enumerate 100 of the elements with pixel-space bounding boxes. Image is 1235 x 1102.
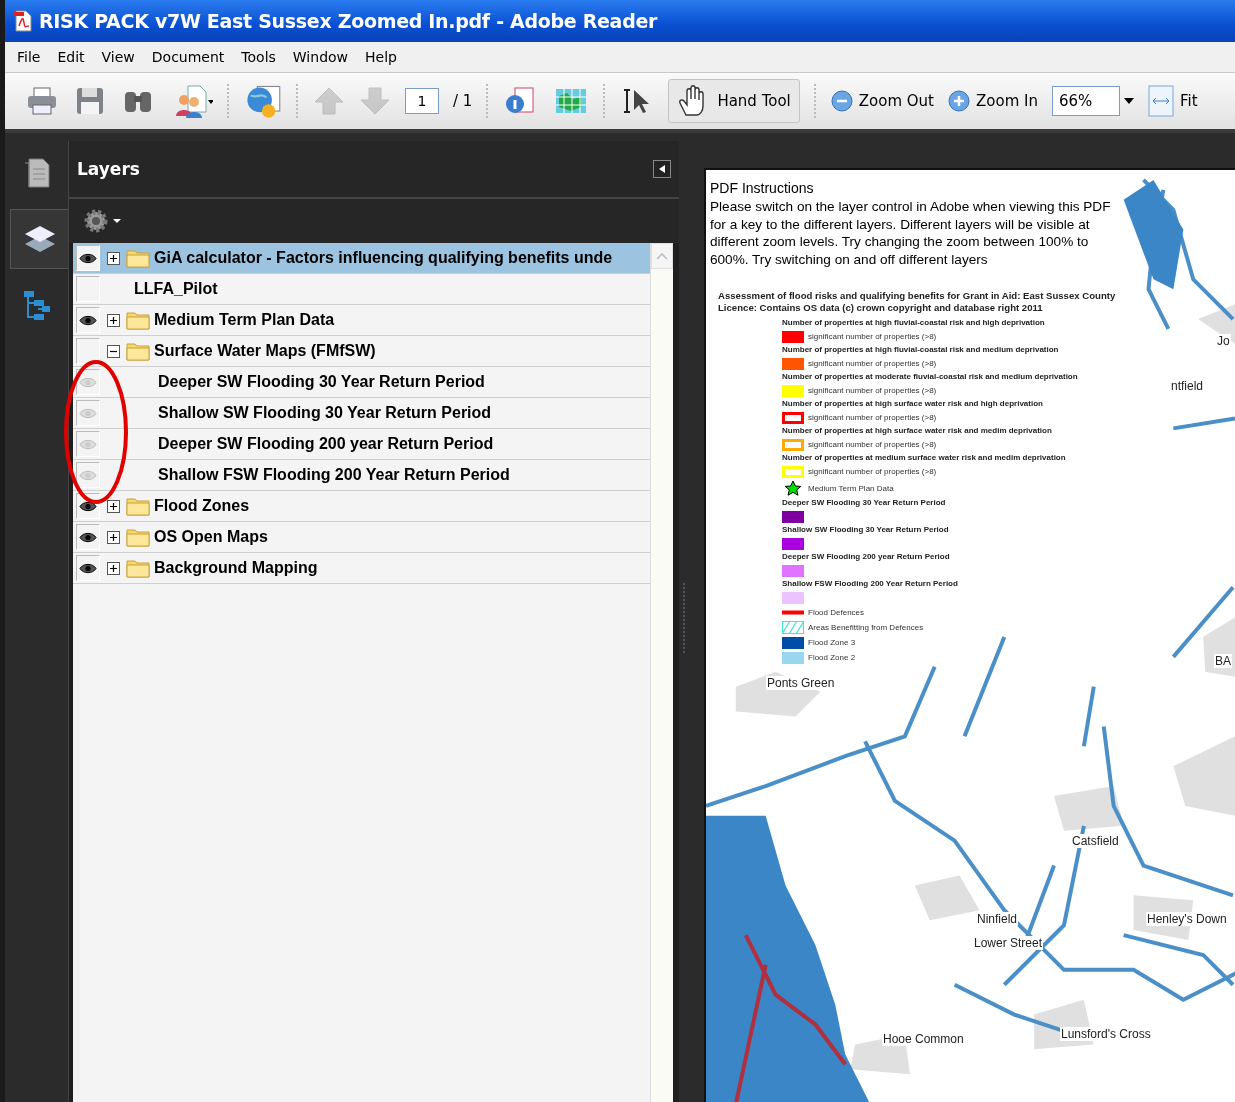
- eye-icon: [79, 252, 97, 264]
- hand-tool-button[interactable]: Hand Tool: [668, 79, 800, 123]
- layer-row[interactable]: Deeper SW Flooding 200 year Return Period: [73, 429, 650, 460]
- layer-row[interactable]: Shallow FSW Flooding 200 Year Return Period: [73, 460, 650, 491]
- layer-name: Background Mapping: [154, 559, 318, 577]
- license-text: Licence: Contains OS data (c) crown copyright and database right 2011: [718, 302, 1044, 314]
- plus-icon: [948, 90, 970, 112]
- layer-row[interactable]: GiA calculator - Factors influencing qualifying benefits unde: [73, 243, 650, 274]
- layer-name: GiA calculator - Factors influencing qualifying benefits unde: [154, 249, 613, 267]
- sidebar-tab[interactable]: [10, 209, 68, 269]
- pages-icon: [23, 157, 51, 189]
- legend-label: Flood Zone 2: [808, 653, 856, 662]
- visibility-toggle[interactable]: [76, 307, 100, 333]
- visibility-toggle[interactable]: [76, 369, 100, 395]
- visibility-toggle[interactable]: [76, 245, 100, 271]
- fit-width-button[interactable]: Fit: [1147, 85, 1198, 117]
- legend-label: significant number of properties (>8): [808, 332, 937, 341]
- layer-row[interactable]: Background Mapping: [73, 553, 650, 584]
- page-number-field[interactable]: 1: [405, 88, 439, 114]
- plus-icon[interactable]: [107, 530, 120, 544]
- legend-label: significant number of properties (>8): [808, 386, 937, 395]
- layer-row[interactable]: Shallow SW Flooding 30 Year Return Period: [73, 398, 650, 429]
- zoom-out-button[interactable]: Zoom Out: [830, 90, 934, 112]
- layer-name: Flood Zones: [154, 497, 250, 515]
- eye-icon: [79, 531, 97, 543]
- folder-icon: [126, 558, 150, 578]
- eye-icon: [79, 438, 97, 450]
- layer-row[interactable]: Surface Water Maps (FMfSW): [73, 336, 650, 367]
- window-title: RISK PACK v7W East Sussex Zoomed In.pdf - Adobe Reader: [39, 10, 658, 32]
- panel-title: Layers: [77, 159, 140, 179]
- dropdown-caret-icon[interactable]: [1123, 98, 1134, 104]
- layer-name: OS Open Maps: [154, 528, 268, 546]
- zoom-field[interactable]: 66%: [1051, 86, 1120, 116]
- folder-icon: [126, 527, 150, 547]
- visibility-toggle[interactable]: [76, 555, 100, 581]
- legend-label: Flood Zone 3: [808, 638, 856, 647]
- layer-row[interactable]: Deeper SW Flooding 30 Year Return Period: [73, 367, 650, 398]
- menu-item[interactable]: File: [9, 49, 50, 65]
- eye-icon: [79, 562, 97, 574]
- menu-item[interactable]: Window: [284, 49, 358, 65]
- minus-icon: [830, 90, 853, 112]
- menu-item[interactable]: Tools: [233, 49, 285, 65]
- eye-icon: [79, 407, 97, 419]
- legend-label: significant number of properties (>8): [808, 359, 937, 368]
- eye-icon: [79, 376, 97, 388]
- fit-width-icon: [1147, 85, 1174, 117]
- plus-icon[interactable]: [107, 251, 120, 265]
- plus-icon[interactable]: [107, 313, 120, 327]
- map-label: Henley's Down: [1146, 912, 1228, 926]
- minus-icon[interactable]: [107, 344, 120, 358]
- plus-icon[interactable]: [107, 561, 120, 575]
- menu-item[interactable]: Help: [357, 49, 406, 65]
- layer-name: Medium Term Plan Data: [154, 311, 335, 329]
- legend-label: significant number of properties (>8): [808, 413, 937, 422]
- map-label: Catsfield: [1071, 834, 1120, 848]
- legend-heading: Deeper SW Flooding 30 Year Return Period: [782, 498, 947, 508]
- map-label: Lunsford's Cross: [1060, 1027, 1152, 1041]
- layer-name: Shallow SW Flooding 30 Year Return Period: [158, 404, 492, 422]
- visibility-toggle[interactable]: [76, 431, 100, 457]
- layer-name: Deeper SW Flooding 200 year Return Period: [158, 435, 494, 453]
- legend-heading: Number of properties at high fluvial-coastal risk and high deprivation: [782, 318, 1046, 328]
- menu-item[interactable]: Document: [143, 49, 234, 65]
- layer-row[interactable]: OS Open Maps: [73, 522, 650, 553]
- layers-icon: [23, 224, 56, 254]
- legend-label: Medium Term Plan Data: [808, 483, 894, 493]
- legend-heading: Shallow FSW Flooding 200 Year Return Period: [782, 579, 959, 589]
- visibility-toggle[interactable]: [76, 338, 100, 364]
- page-count: / 1: [453, 92, 473, 110]
- zoom-in-button[interactable]: Zoom In: [948, 90, 1038, 112]
- visibility-toggle[interactable]: [76, 276, 100, 302]
- map-label: ntfield: [1170, 379, 1205, 393]
- visibility-toggle[interactable]: [76, 400, 100, 426]
- instructions-title: PDF Instructions: [710, 180, 815, 196]
- legend-title: Assessment of flood risks and qualifying benefits for Grant in Aid: East Sussex County: [718, 290, 1117, 302]
- legend-heading: Shallow SW Flooding 30 Year Return Period: [782, 525, 950, 535]
- eye-icon: [79, 500, 97, 512]
- tree-icon: [22, 289, 52, 321]
- visibility-toggle[interactable]: [76, 462, 100, 488]
- eye-icon: [79, 314, 97, 326]
- legend-label: Areas Benefitting from Defences: [808, 623, 924, 632]
- layer-row[interactable]: LLFA_Pilot: [73, 274, 650, 305]
- map-label: Lower Street: [973, 936, 1044, 950]
- collapse-button[interactable]: [653, 160, 671, 178]
- menu-item[interactable]: Edit: [49, 49, 94, 65]
- layer-row[interactable]: Flood Zones: [73, 491, 650, 522]
- map-label: BA: [1214, 654, 1232, 668]
- eye-icon: [79, 469, 97, 481]
- layer-row[interactable]: Medium Term Plan Data: [73, 305, 650, 336]
- folder-icon: [126, 341, 150, 361]
- folder-icon: [126, 496, 150, 516]
- layer-name: Deeper SW Flooding 30 Year Return Period: [158, 373, 485, 391]
- visibility-toggle[interactable]: [76, 524, 100, 550]
- menu-item[interactable]: View: [93, 49, 144, 65]
- map-label: Hooe Common: [882, 1032, 965, 1046]
- scrollbar[interactable]: [650, 243, 673, 1102]
- pdf-file-icon: [13, 10, 33, 32]
- plus-icon[interactable]: [107, 499, 120, 513]
- layer-name: Surface Water Maps (FMfSW): [154, 342, 376, 360]
- legend-heading: Number of properties at high surface water risk and high deprivation: [782, 399, 1044, 409]
- printer-icon[interactable]: [25, 84, 59, 118]
